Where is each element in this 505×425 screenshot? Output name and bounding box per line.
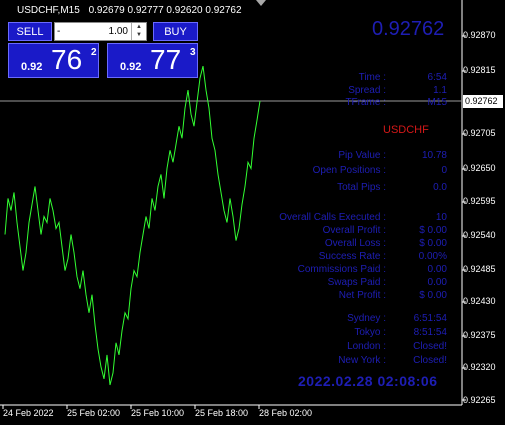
price-tick: 0.92485 bbox=[463, 264, 496, 274]
net-profit-value: $ 0.00 bbox=[419, 290, 447, 301]
chart-header: USDCHF,M15 0.92679 0.92777 0.92620 0.927… bbox=[17, 5, 242, 16]
price-tick: 0.92430 bbox=[463, 296, 496, 306]
time-value: 6:54 bbox=[427, 72, 447, 83]
buy-quote-prefix: 0.92 bbox=[120, 61, 142, 73]
spread-label: Spread : bbox=[348, 85, 386, 96]
price-tick: 0.92540 bbox=[463, 230, 496, 240]
sell-button[interactable]: SELL bbox=[8, 22, 52, 41]
commissions-label: Commissions Paid : bbox=[297, 264, 386, 275]
time-tick: 24 Feb 2022 bbox=[3, 408, 54, 418]
profit-label: Overall Profit : bbox=[322, 225, 386, 236]
time-tick: 25 Feb 18:00 bbox=[195, 408, 249, 418]
spinner-arrows-icon[interactable]: ▲ ▼ bbox=[131, 23, 146, 40]
time-tick: 28 Feb 02:00 bbox=[259, 408, 313, 418]
time-label: Time : bbox=[358, 72, 386, 83]
tokyo-value: 8:51:54 bbox=[413, 327, 447, 338]
sell-quote-main: 76 bbox=[51, 44, 83, 75]
tframe-value: M15 bbox=[427, 97, 447, 108]
buy-button[interactable]: BUY bbox=[153, 22, 198, 41]
total-pips-label: Total Pips : bbox=[337, 182, 386, 193]
net-profit-label: Net Profit : bbox=[338, 290, 386, 301]
swaps-label: Swaps Paid : bbox=[327, 277, 386, 288]
tframe-label: TFrame : bbox=[345, 97, 386, 108]
time-tick: 25 Feb 10:00 bbox=[131, 408, 185, 418]
loss-value: $ 0.00 bbox=[419, 238, 447, 249]
price-tick: 0.92320 bbox=[463, 362, 496, 372]
buy-quote-main: 77 bbox=[150, 44, 182, 75]
pair-label: USDCHF bbox=[383, 124, 429, 136]
loss-label: Overall Loss : bbox=[324, 238, 386, 249]
big-price: 0.92762 bbox=[372, 18, 445, 40]
sell-quote-prefix: 0.92 bbox=[21, 61, 43, 73]
time-tick: 25 Feb 02:00 bbox=[67, 408, 121, 418]
london-label: London : bbox=[347, 341, 386, 352]
window-scroll-marker bbox=[256, 0, 266, 6]
price-tick: 0.92595 bbox=[463, 196, 496, 206]
price-tick: 0.92375 bbox=[463, 330, 496, 340]
lot-decrement[interactable]: - bbox=[57, 26, 60, 37]
lot-size-input[interactable]: - 1.00 ▲ ▼ bbox=[54, 22, 147, 41]
server-clock: 2022.02.28 02:08:06 bbox=[298, 373, 438, 389]
london-value: Closed! bbox=[413, 341, 447, 352]
tokyo-label: Tokyo : bbox=[354, 327, 386, 338]
pip-value: 10.78 bbox=[421, 150, 447, 161]
sydney-value: 6:51:54 bbox=[413, 313, 447, 324]
buy-quote-sup: 3 bbox=[190, 47, 196, 58]
open-positions-label: Open Positions : bbox=[312, 165, 386, 176]
profit-value: $ 0.00 bbox=[419, 225, 447, 236]
newyork-value: Closed! bbox=[413, 355, 447, 366]
calls-value: 10 bbox=[435, 212, 447, 223]
price-tick: 0.92265 bbox=[463, 395, 496, 405]
current-price-tag: 0.92762 bbox=[463, 95, 503, 108]
spread-value: 1.1 bbox=[433, 85, 447, 96]
price-tick: 0.92870 bbox=[463, 30, 496, 40]
newyork-label: New York : bbox=[338, 355, 386, 366]
pip-value-label: Pip Value : bbox=[338, 150, 386, 161]
lot-value: 1.00 bbox=[108, 26, 128, 37]
success-rate-value: 0.00% bbox=[418, 251, 447, 262]
ohlc-label: 0.92679 0.92777 0.92620 0.92762 bbox=[88, 5, 242, 16]
price-tick: 0.92815 bbox=[463, 65, 496, 75]
sydney-label: Sydney : bbox=[347, 313, 386, 324]
total-pips-value: 0.0 bbox=[433, 182, 447, 193]
sell-quote[interactable]: 0.92 76 2 bbox=[8, 43, 99, 78]
success-rate-label: Success Rate : bbox=[318, 251, 386, 262]
swaps-value: 0.00 bbox=[427, 277, 447, 288]
sell-quote-sup: 2 bbox=[91, 47, 97, 58]
price-tick: 0.92650 bbox=[463, 163, 496, 173]
buy-quote[interactable]: 0.92 77 3 bbox=[107, 43, 198, 78]
symbol-label: USDCHF,M15 bbox=[17, 5, 80, 16]
price-tick: 0.92705 bbox=[463, 128, 496, 138]
calls-label: Overall Calls Executed : bbox=[279, 212, 386, 223]
commissions-value: 0.00 bbox=[427, 264, 447, 275]
open-positions-value: 0 bbox=[441, 165, 447, 176]
